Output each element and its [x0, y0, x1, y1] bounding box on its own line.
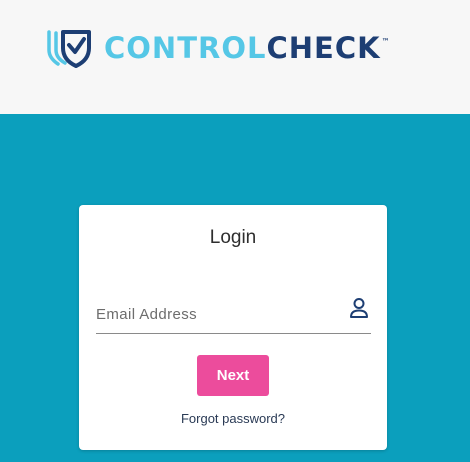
email-field [96, 293, 371, 334]
trademark-symbol: ™ [381, 37, 390, 46]
login-card: Login Next Forgot password? [79, 205, 387, 450]
forgot-password-link[interactable]: Forgot password? [79, 411, 387, 426]
brand-word-control: CONTROL [104, 31, 267, 65]
brand-word-check: CHECK [266, 31, 381, 65]
shield-check-icon [47, 30, 91, 68]
brand-logo: CONTROLCHECK™ [46, 28, 390, 68]
login-title: Login [209, 227, 257, 248]
email-input[interactable] [96, 303, 336, 325]
next-button[interactable]: Next [197, 355, 269, 396]
user-icon [350, 298, 368, 318]
brand-wordmark: CONTROLCHECK™ [104, 28, 390, 68]
login-page: CONTROLCHECK™ Login Next Forgot password… [0, 0, 470, 462]
header: CONTROLCHECK™ [0, 0, 470, 114]
